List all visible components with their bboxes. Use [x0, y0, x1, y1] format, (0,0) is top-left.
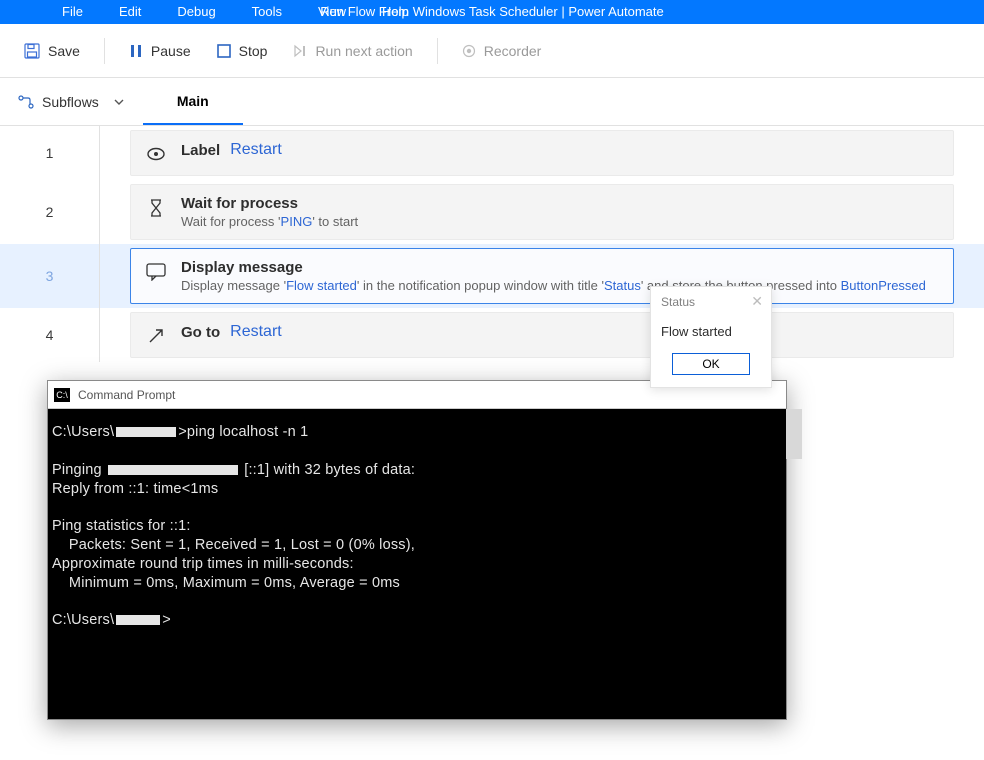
save-button[interactable]: Save — [18, 39, 86, 63]
message-icon — [145, 261, 167, 283]
subflows-icon — [18, 95, 34, 109]
step-label-link[interactable]: Restart — [230, 141, 282, 159]
step-goto-target-link[interactable]: Restart — [230, 323, 282, 341]
flow-step-row: 2 Wait for process Wait for process 'PIN… — [0, 180, 984, 244]
pause-button[interactable]: Pause — [123, 39, 197, 63]
pause-icon — [129, 44, 143, 58]
flow-step-row: 3 Display message Display message 'Flow … — [0, 244, 984, 308]
step-subtitle: Wait for process 'PING' to start — [181, 214, 358, 229]
message-box-body: Flow started — [651, 314, 771, 353]
run-next-action-button[interactable]: Run next action — [287, 39, 418, 63]
save-label: Save — [48, 43, 80, 59]
step-title: Label — [181, 142, 220, 159]
line-number[interactable]: 1 — [0, 126, 100, 180]
stop-button[interactable]: Stop — [211, 39, 274, 63]
step-card-goto[interactable]: Go to Restart — [130, 312, 954, 358]
step-card-label[interactable]: Label Restart — [130, 130, 954, 176]
menu-edit[interactable]: Edit — [101, 0, 159, 24]
goto-arrow-icon — [145, 325, 167, 347]
menu-file[interactable]: File — [44, 0, 101, 24]
toolbar: Save Pause Stop Run next action Recorder — [0, 24, 984, 78]
app-title: Run Flow From Windows Task Scheduler | P… — [320, 0, 663, 24]
flow-step-row: 4 Go to Restart — [0, 308, 984, 362]
subflows-dropdown[interactable]: Subflows — [0, 78, 143, 125]
step-wrap: Display message Display message 'Flow st… — [100, 244, 984, 308]
menu-tools[interactable]: Tools — [234, 0, 300, 24]
record-icon — [462, 44, 476, 58]
step-title: Wait for process — [181, 195, 358, 212]
step-wrap: Go to Restart — [100, 308, 984, 362]
run-next-label: Run next action — [315, 43, 412, 59]
line-number[interactable]: 4 — [0, 308, 100, 362]
toolbar-separator — [437, 38, 438, 64]
menu-debug[interactable]: Debug — [159, 0, 233, 24]
line-number[interactable]: 2 — [0, 180, 100, 244]
recorder-button[interactable]: Recorder — [456, 39, 548, 63]
stop-label: Stop — [239, 43, 268, 59]
stop-icon — [217, 44, 231, 58]
flow-step-row: 1 Label Restart — [0, 126, 984, 180]
tab-label: Main — [177, 93, 209, 109]
step-wrap: Wait for process Wait for process 'PING'… — [100, 180, 984, 244]
tab-main[interactable]: Main — [143, 78, 243, 125]
label-icon — [145, 143, 167, 165]
save-icon — [24, 43, 40, 59]
step-subtitle: Display message 'Flow started' in the no… — [181, 278, 939, 293]
terminal-icon: C:\ — [54, 388, 70, 402]
terminal-output: C:\Users\>ping localhost -n 1 Pinging [:… — [48, 409, 786, 634]
message-box-title: Status — [661, 295, 695, 309]
variable-link-buttonpressed[interactable]: ButtonPressed — [841, 278, 926, 293]
close-icon[interactable]: ✕ — [751, 293, 763, 310]
message-box-status: Status ✕ Flow started OK — [650, 286, 772, 388]
recorder-label: Recorder — [484, 43, 542, 59]
ok-button[interactable]: OK — [672, 353, 750, 375]
pause-label: Pause — [151, 43, 191, 59]
step-title: Display message — [181, 259, 939, 276]
menu-bar: File Edit Debug Tools View Help Run Flow… — [0, 0, 984, 24]
step-title: Go to — [181, 324, 220, 341]
subtabs-bar: Subflows Main — [0, 78, 984, 126]
chevron-down-icon — [113, 96, 125, 108]
scrollbar[interactable] — [786, 409, 802, 459]
subflows-label: Subflows — [42, 94, 99, 110]
toolbar-separator — [104, 38, 105, 64]
step-over-icon — [293, 44, 307, 58]
hourglass-icon — [145, 197, 167, 219]
step-card-display-message[interactable]: Display message Display message 'Flow st… — [130, 248, 954, 304]
step-card-wait-for-process[interactable]: Wait for process Wait for process 'PING'… — [130, 184, 954, 240]
step-wrap: Label Restart — [100, 126, 984, 180]
line-number[interactable]: 3 — [0, 244, 100, 308]
command-prompt-title: Command Prompt — [78, 388, 175, 402]
command-prompt-window[interactable]: C:\ Command Prompt C:\Users\>ping localh… — [47, 380, 787, 720]
